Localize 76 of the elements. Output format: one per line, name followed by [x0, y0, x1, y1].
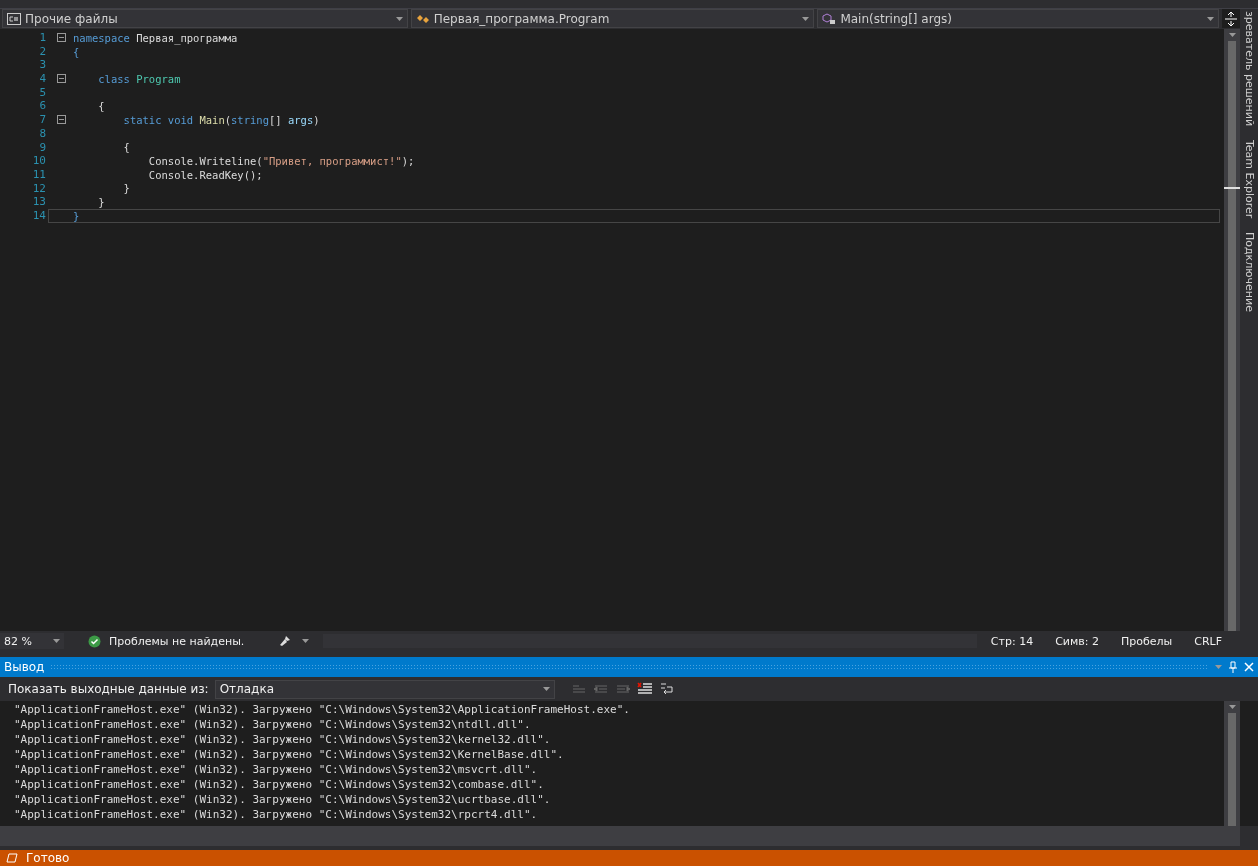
- output-source-dropdown[interactable]: Отладка: [214, 679, 555, 699]
- collapse-icon[interactable]: [56, 74, 66, 84]
- output-scrollbar[interactable]: [1224, 701, 1240, 826]
- csharp-file-icon: [7, 12, 21, 25]
- split-button[interactable]: [1222, 9, 1240, 28]
- check-circle-icon: [88, 634, 101, 648]
- side-panel-tab[interactable]: Подключение: [1241, 232, 1257, 313]
- output-line: "ApplicationFrameHost.exe" (Win32). Загружено "C:\Windows\System32\ApplicationFrameHost.exe".: [14, 703, 631, 718]
- output-line: "ApplicationFrameHost.exe" (Win32). Загружено "C:\Windows\System32\msvcrt.dll".: [14, 763, 539, 778]
- scroll-up-icon: [1228, 33, 1236, 37]
- output-line: "ApplicationFrameHost.exe" (Win32). Загружено "C:\Windows\System32\combase.dll".: [14, 778, 545, 793]
- caret-icon: [802, 16, 810, 21]
- line-indicator: Стр: 14: [990, 634, 1034, 648]
- line-number: 7: [38, 113, 47, 127]
- line-number: 1: [38, 31, 47, 45]
- vertical-scrollbar[interactable]: [1224, 29, 1240, 631]
- code-line: class Program: [97, 72, 181, 85]
- code-line: namespace Первая_программа: [73, 31, 238, 44]
- pin-icon[interactable]: [1228, 661, 1238, 673]
- line-number: 9: [38, 140, 47, 155]
- caret-icon: [1207, 16, 1215, 21]
- line-number: 5: [38, 85, 47, 100]
- line-number: 3: [38, 58, 47, 73]
- output-line: "ApplicationFrameHost.exe" (Win32). Загружено "C:\Windows\System32\ntdll.dll".: [14, 718, 532, 733]
- code-line: }: [97, 196, 105, 209]
- line-number: 11: [31, 167, 47, 182]
- side-panel-tab[interactable]: зреватель решений: [1241, 11, 1257, 127]
- indent-mode[interactable]: Пробелы: [1120, 634, 1173, 648]
- output-line: "ApplicationFrameHost.exe" (Win32). Загружено "C:\Windows\System32\rpcrt4.dll".: [14, 808, 539, 823]
- line-number: 10: [31, 154, 47, 168]
- caret-icon: [542, 687, 550, 691]
- scroll-up-icon: [1228, 705, 1236, 709]
- line-number: 13: [31, 195, 47, 209]
- column-indicator: Симв: 2: [1055, 634, 1099, 648]
- status-icon: [6, 853, 18, 863]
- dropdown-icon: [1215, 665, 1222, 669]
- word-wrap-icon[interactable]: [658, 682, 675, 696]
- type-dropdown[interactable]: Первая_программа.Program: [410, 9, 815, 28]
- member-dropdown[interactable]: Main(string[] args): [817, 9, 1220, 28]
- line-number: 6: [38, 99, 47, 114]
- code-line: static void Main(string[] args): [122, 113, 320, 126]
- code-line: {: [122, 141, 130, 154]
- output-source-label: Показать выходные данные из:: [8, 682, 209, 696]
- line-number: 14: [31, 208, 47, 223]
- code-line: Console.ReadKey();: [147, 168, 263, 181]
- method-icon: [822, 12, 837, 25]
- close-icon[interactable]: [1244, 662, 1254, 672]
- output-line: "ApplicationFrameHost.exe" (Win32). Загружено "C:\Windows\System32\kernel32.dll".: [14, 733, 552, 748]
- status-text: Готово: [26, 851, 70, 865]
- output-line: "ApplicationFrameHost.exe" (Win32). Загружено "C:\Windows\System32\ucrtbase.dll".: [14, 793, 552, 808]
- side-panel-tab[interactable]: Team Explorer: [1241, 140, 1257, 219]
- issues-status[interactable]: Проблемы не найдены.: [109, 634, 245, 648]
- line-number: 4: [38, 72, 47, 86]
- caret-icon: [53, 639, 60, 643]
- output-line: "ApplicationFrameHost.exe" (Win32). Загружено "C:\Windows\System32\KernelBase.dll".: [14, 748, 565, 763]
- caret-icon: [302, 639, 310, 643]
- code-line: Console.Writeline("Привет, программист!");: [147, 155, 415, 168]
- line-ending[interactable]: CRLF: [1194, 634, 1222, 648]
- previous-message-icon[interactable]: [592, 682, 609, 696]
- code-line: {: [73, 45, 80, 58]
- collapse-icon[interactable]: [56, 115, 66, 125]
- clear-all-icon[interactable]: [636, 682, 653, 696]
- horizontal-scrollbar[interactable]: [0, 826, 1240, 846]
- code-line: {: [97, 100, 105, 113]
- project-dropdown[interactable]: Прочие файлы: [2, 9, 408, 28]
- class-icon: [415, 12, 430, 25]
- next-message-icon[interactable]: [614, 682, 631, 696]
- caret-icon: [395, 16, 403, 21]
- code-line: }: [73, 209, 80, 222]
- line-number: 2: [38, 44, 47, 59]
- output-title-bar: Вывод: [0, 657, 1258, 677]
- line-number: 12: [31, 181, 47, 196]
- zoom-dropdown[interactable]: 82 %: [0, 633, 64, 649]
- line-number: 8: [38, 126, 47, 141]
- code-line: }: [122, 182, 130, 195]
- collapse-icon[interactable]: [56, 33, 66, 43]
